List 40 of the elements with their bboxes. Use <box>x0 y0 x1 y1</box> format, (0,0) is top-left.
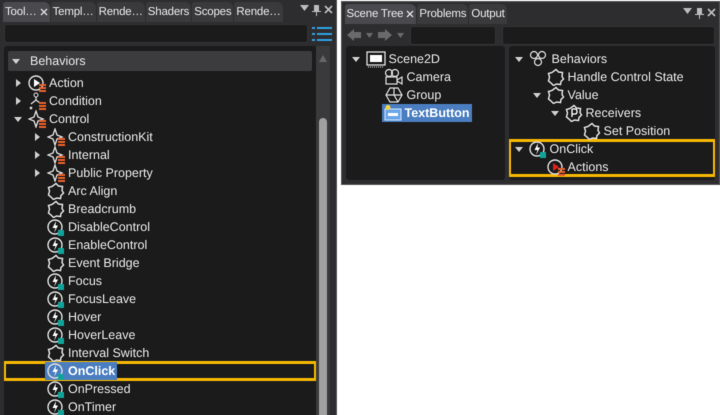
tree-item[interactable]: Handle Control State <box>544 68 686 86</box>
tree-item[interactable]: Control <box>26 110 92 128</box>
tree-item[interactable]: Public Property <box>45 164 155 182</box>
panel-tab[interactable]: Scopes <box>192 2 234 22</box>
tree-item[interactable]: Actions <box>544 158 611 176</box>
tree-item[interactable]: Value <box>544 86 601 104</box>
tree-item[interactable]: Focus <box>45 272 104 290</box>
panel-tab[interactable]: Tool… <box>3 2 50 22</box>
panel-tab[interactable]: Rende… <box>96 2 145 22</box>
tree-item[interactable]: Hover <box>45 308 104 326</box>
tree-item[interactable]: EnableControl <box>45 236 150 254</box>
tree-item[interactable]: FocusLeave <box>45 290 138 308</box>
panel-tab[interactable]: Templ… <box>50 2 96 22</box>
tree-item[interactable]: Group <box>382 86 444 104</box>
tree-item[interactable]: Set Position <box>580 122 672 140</box>
tree-item[interactable]: Internal <box>45 146 112 164</box>
category-header[interactable]: Behaviors <box>8 50 312 71</box>
tree-item[interactable]: Action <box>26 74 86 92</box>
panel-tab[interactable]: Scene Tree <box>344 4 416 24</box>
tree-item[interactable]: Behaviors <box>526 50 610 68</box>
tree-item[interactable]: Receivers <box>562 104 644 122</box>
tree-item[interactable]: ConstructionKit <box>45 128 155 146</box>
tree-item[interactable]: Event Bridge <box>45 254 142 272</box>
panel-tab[interactable]: Problems <box>417 4 468 24</box>
panel-tab[interactable]: Rende… <box>234 2 283 22</box>
tree-item[interactable]: OnClick <box>526 140 596 158</box>
tree-item[interactable]: Scene2D <box>364 50 442 68</box>
tree-item[interactable]: Condition <box>26 92 104 110</box>
tree-item[interactable]: Camera <box>382 68 453 86</box>
tree-item[interactable]: DisableControl <box>45 218 152 236</box>
tree-item[interactable]: TextButton <box>382 104 472 122</box>
tree-item[interactable]: HoverLeave <box>45 326 138 344</box>
tree-item[interactable]: Arc Align <box>45 182 120 200</box>
tree-item[interactable]: Breadcrumb <box>45 200 138 218</box>
panel-tab[interactable]: Shaders <box>146 2 192 22</box>
tree-item[interactable]: OnClick <box>45 362 118 380</box>
tree-item[interactable]: OnPressed <box>45 380 133 398</box>
panel-tab[interactable]: Output <box>469 4 507 24</box>
tree-item[interactable]: OnTimer <box>45 398 118 415</box>
tree-item[interactable]: Interval Switch <box>45 344 152 362</box>
